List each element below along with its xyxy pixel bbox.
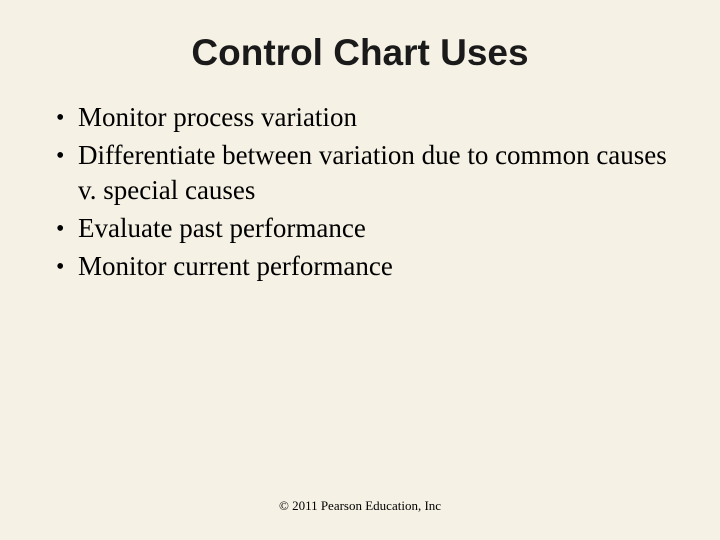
bullet-icon: • [56, 211, 78, 246]
list-item: • Differentiate between variation due to… [56, 138, 680, 209]
bullet-list: • Monitor process variation • Differenti… [0, 100, 720, 284]
bullet-icon: • [56, 138, 78, 173]
list-item: • Monitor current performance [56, 249, 680, 285]
bullet-text: Monitor current performance [78, 249, 680, 285]
list-item: • Evaluate past performance [56, 211, 680, 247]
bullet-text: Evaluate past performance [78, 211, 680, 247]
bullet-text: Monitor process variation [78, 100, 680, 136]
bullet-icon: • [56, 249, 78, 284]
copyright-footer: © 2011 Pearson Education, Inc [0, 498, 720, 514]
list-item: • Monitor process variation [56, 100, 680, 136]
bullet-text: Differentiate between variation due to c… [78, 138, 680, 209]
slide-title: Control Chart Uses [0, 0, 720, 100]
bullet-icon: • [56, 100, 78, 135]
